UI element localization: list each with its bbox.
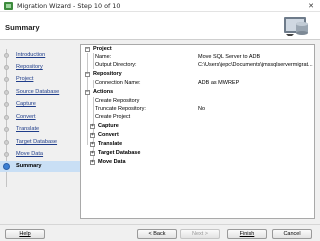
step-move-data[interactable]: Move Data	[0, 149, 80, 160]
step-node-icon	[4, 152, 9, 157]
tree-leaf: Name:	[95, 54, 111, 62]
tree-node-label: Convert	[98, 132, 119, 138]
step-source-database[interactable]: Source Database	[0, 87, 80, 98]
tree-node-label: Move Data	[98, 159, 126, 165]
step-node-icon	[4, 115, 9, 120]
tree-leaf: Create Repository	[95, 98, 139, 106]
step-node-icon	[4, 127, 9, 132]
step-label: Repository	[16, 64, 43, 70]
step-label: Capture	[16, 101, 36, 107]
step-translate[interactable]: Translate	[0, 124, 80, 135]
field-label: Output Directory:	[95, 62, 137, 68]
tree-guide-line	[93, 53, 94, 69]
finish-label: Finish	[239, 231, 255, 237]
step-label: Target Database	[16, 139, 58, 145]
next-label: Next >	[191, 231, 209, 237]
step-node-icon	[4, 90, 9, 95]
action-label: Create Project	[95, 114, 131, 120]
tree-leaf: Connection Name:	[95, 80, 141, 88]
field-label: Truncate Repository:	[95, 106, 146, 112]
cancel-button[interactable]: Cancel	[272, 229, 312, 239]
step-label: Translate	[16, 126, 40, 132]
tree-node-label: Actions	[93, 89, 114, 95]
step-node-icon	[4, 140, 9, 145]
summary-tree: − Project Name: Move SQL Server to ADB O…	[80, 44, 315, 219]
step-summary[interactable]: Summary	[0, 161, 80, 172]
step-label: Summary	[16, 163, 42, 169]
truncate-repository-value: No	[198, 106, 206, 112]
migration-wizard-icon	[4, 2, 13, 10]
wizard-header: Summary	[0, 12, 320, 40]
expand-icon[interactable]: +	[90, 142, 95, 147]
step-node-icon	[4, 77, 9, 82]
step-repository[interactable]: Repository	[0, 62, 80, 73]
step-label: Project	[16, 76, 34, 82]
wizard-steps-nav: Introduction Repository Project Source D…	[0, 41, 80, 221]
tree-node-label: Translate	[98, 141, 123, 147]
tree-leaf: Truncate Repository:	[95, 106, 146, 114]
tree-node-label: Repository	[93, 71, 122, 77]
step-introduction[interactable]: Introduction	[0, 50, 80, 61]
tree-node-label: Target Database	[98, 150, 141, 156]
collapse-icon[interactable]: −	[85, 90, 90, 95]
window-title: Migration Wizard - Step 10 of 10	[17, 2, 121, 10]
database-migration-icon	[284, 17, 308, 36]
output-directory-value: C:\Users\jepc\Documents\jmssqlservermigr…	[198, 62, 313, 68]
action-label: Create Repository	[95, 98, 140, 104]
collapse-icon[interactable]: −	[85, 72, 90, 77]
footer-divider	[0, 224, 320, 225]
connection-name-value: ADB as MWREP	[198, 80, 240, 86]
back-label: < Back	[148, 231, 166, 237]
field-label: Connection Name:	[95, 80, 141, 86]
step-node-active-icon	[3, 163, 10, 170]
tree-node-label: Capture	[98, 123, 119, 129]
expand-icon[interactable]: +	[90, 151, 95, 156]
page-title: Summary	[5, 23, 40, 32]
title-bar: Migration Wizard - Step 10 of 10 ✕	[0, 0, 320, 12]
close-icon[interactable]: ✕	[305, 1, 317, 11]
help-button[interactable]: Help	[5, 229, 45, 239]
expand-icon[interactable]: +	[90, 124, 95, 129]
step-target-database[interactable]: Target Database	[0, 137, 80, 148]
cancel-label: Cancel	[283, 231, 301, 237]
step-node-icon	[4, 102, 9, 107]
step-label: Source Database	[16, 89, 60, 95]
back-button[interactable]: < Back	[137, 229, 177, 239]
tree-guide-line	[87, 53, 88, 145]
step-capture[interactable]: Capture	[0, 99, 80, 110]
tree-guide-line	[93, 80, 94, 88]
expand-icon[interactable]: +	[90, 133, 95, 138]
finish-button[interactable]: Finish	[227, 229, 267, 239]
step-project[interactable]: Project	[0, 74, 80, 85]
collapse-icon[interactable]: −	[85, 47, 90, 52]
step-label: Convert	[16, 114, 36, 120]
tree-node-label: Project	[93, 46, 112, 52]
step-convert[interactable]: Convert	[0, 112, 80, 123]
tree-leaf: Output Directory:	[95, 62, 137, 70]
field-label: Name:	[95, 54, 112, 60]
step-label: Introduction	[16, 52, 46, 58]
step-node-icon	[4, 65, 9, 70]
step-label: Move Data	[16, 151, 44, 157]
step-node-icon	[4, 53, 9, 58]
next-button[interactable]: Next >	[180, 229, 220, 239]
help-label: Help	[19, 231, 31, 237]
project-name-value: Move SQL Server to ADB	[198, 54, 261, 60]
expand-icon[interactable]: +	[90, 160, 95, 165]
tree-leaf: Create Project	[95, 114, 130, 122]
